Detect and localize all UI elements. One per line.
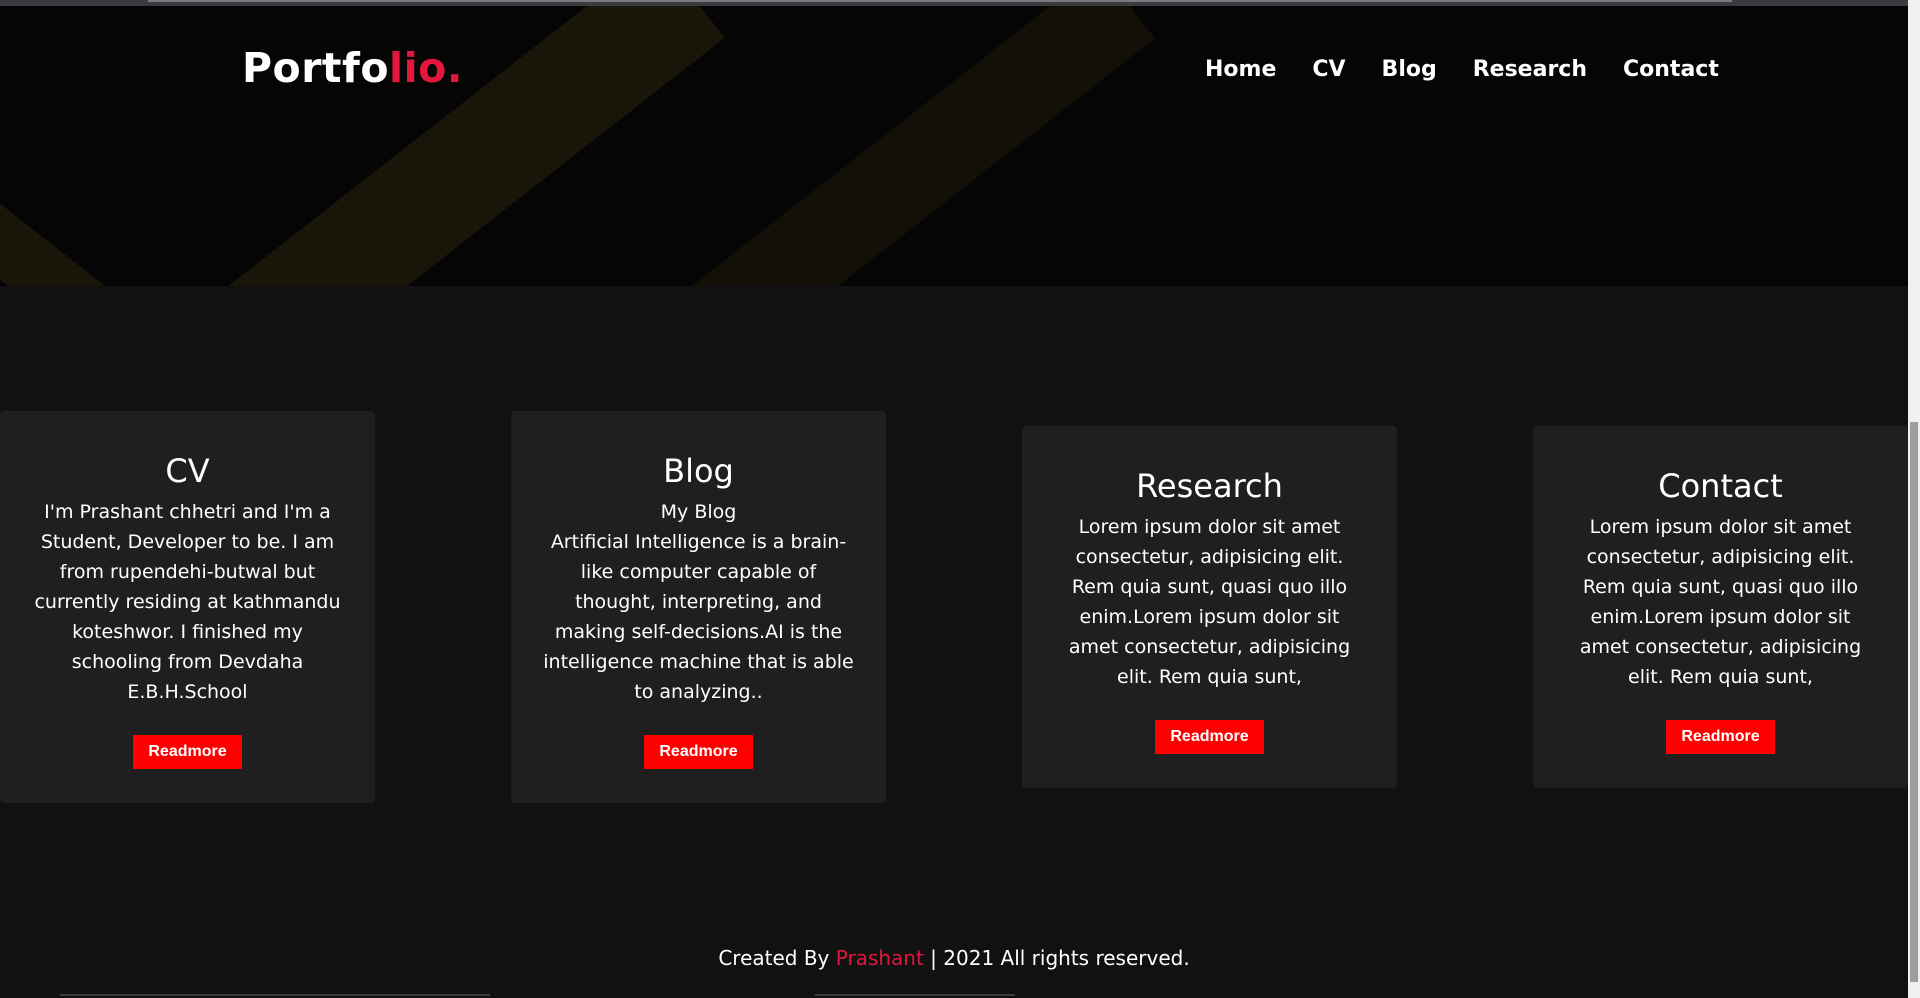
page: Portfolio. Home CV Blog Research Contact… — [0, 0, 1920, 998]
card-title: Blog — [663, 452, 734, 490]
readmore-button[interactable]: Readmore — [133, 735, 242, 769]
card-title: CV — [165, 452, 210, 490]
horizontal-scrollbar-track — [815, 994, 1015, 996]
scrollbar-thumb[interactable] — [1910, 422, 1918, 982]
card-blog: Blog My Blog Artificial Intelligence is … — [511, 411, 886, 803]
hero-section: Portfolio. Home CV Blog Research Contact — [0, 0, 1908, 286]
logo[interactable]: Portfolio. — [242, 44, 463, 92]
browser-top-strip — [0, 0, 1920, 6]
readmore-button[interactable]: Readmore — [644, 735, 753, 769]
navbar: Portfolio. Home CV Blog Research Contact — [0, 0, 1908, 140]
logo-main: Portfo — [242, 44, 390, 92]
footer-author-link[interactable]: Prashant — [836, 946, 924, 970]
card-text: Lorem ipsum dolor sit amet consectetur, … — [1068, 516, 1351, 688]
nav-link-research[interactable]: Research — [1473, 55, 1587, 85]
nav-link-contact[interactable]: Contact — [1623, 55, 1719, 85]
nav-link-home[interactable]: Home — [1205, 55, 1276, 85]
nav-link-cv[interactable]: CV — [1312, 55, 1345, 85]
footer-suffix: | 2021 All rights reserved. — [923, 946, 1190, 970]
readmore-button[interactable]: Readmore — [1155, 720, 1264, 754]
card-research: Research Lorem ipsum dolor sit amet cons… — [1022, 426, 1397, 788]
card-text: Lorem ipsum dolor sit amet consectetur, … — [1579, 516, 1862, 688]
cards-section: CV I'm Prashant chhetri and I'm a Studen… — [0, 286, 1908, 998]
top-highlight — [148, 0, 1732, 2]
vertical-scrollbar[interactable] — [1908, 0, 1920, 998]
readmore-button[interactable]: Readmore — [1666, 720, 1775, 754]
footer: Created By Prashant | 2021 All rights re… — [0, 946, 1908, 970]
card-text: I'm Prashant chhetri and I'm a Student, … — [34, 501, 341, 703]
card-text: Artificial Intelligence is a brain-like … — [543, 531, 854, 703]
card-title: Research — [1136, 467, 1283, 505]
card-cv: CV I'm Prashant chhetri and I'm a Studen… — [0, 411, 375, 803]
nav-link-blog[interactable]: Blog — [1382, 55, 1437, 85]
footer-prefix: Created By — [718, 946, 836, 970]
card-subtitle: My Blog — [660, 501, 737, 523]
horizontal-scrollbar-track — [60, 994, 490, 996]
nav-menu: Home CV Blog Research Contact — [1205, 55, 1755, 85]
card-contact: Contact Lorem ipsum dolor sit amet conse… — [1533, 426, 1908, 788]
logo-accent: lio. — [389, 44, 463, 92]
card-title: Contact — [1658, 467, 1783, 505]
bottom-scroll-indicator — [0, 994, 1908, 998]
